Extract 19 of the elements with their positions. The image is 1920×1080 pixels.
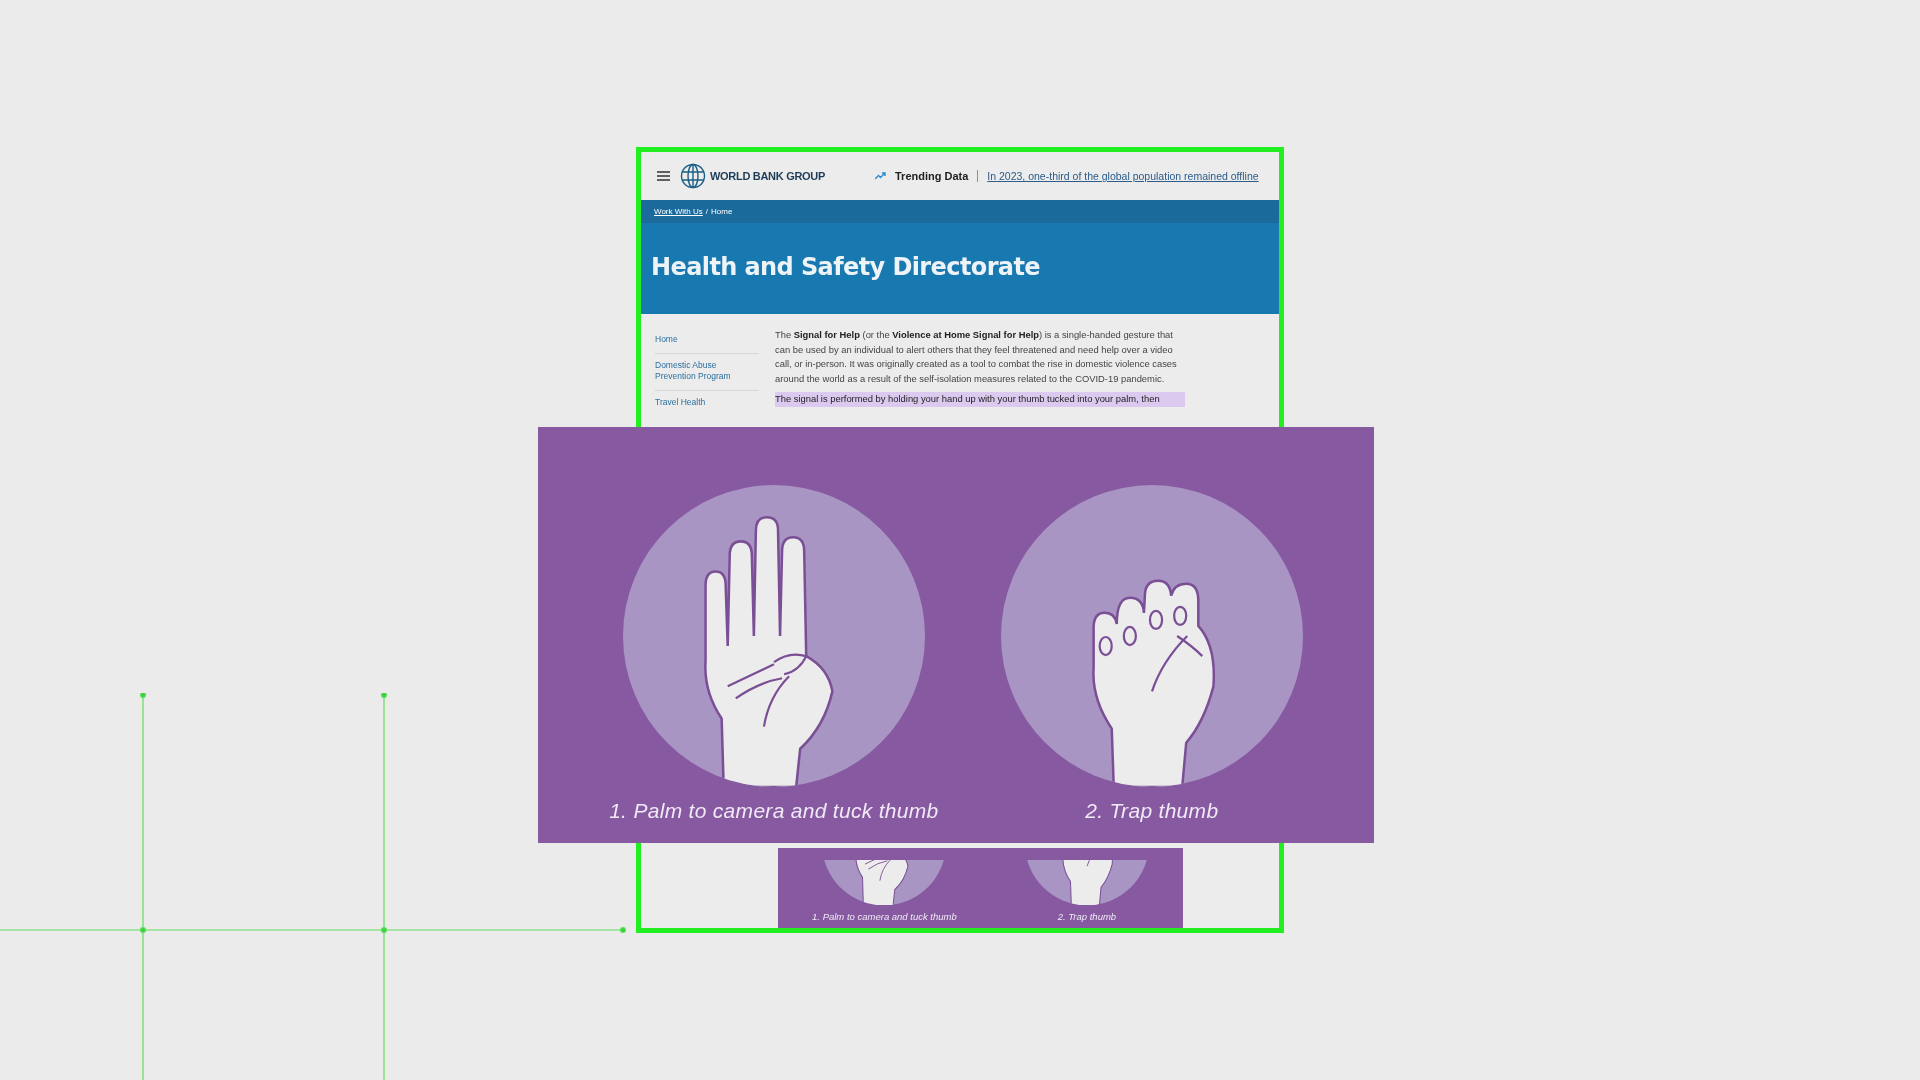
step-caption: 1. Palm to camera and tuck thumb: [609, 799, 939, 823]
trend-icon: [875, 172, 886, 180]
logo-text[interactable]: WORLD BANK GROUP: [710, 170, 825, 182]
paragraph: The signal is performed by holding your hand up with your thumb tucked into your palm, then: [775, 392, 1185, 407]
sidebar-link[interactable]: Domestic Abuse Prevention Program: [655, 354, 759, 391]
page-title: Health and Safety Directorate: [651, 252, 1041, 281]
trending-label: Trending Data: [895, 170, 969, 182]
globe-logo-icon: [680, 163, 706, 189]
step-caption: 1. Palm to camera and tuck thumb: [812, 911, 957, 922]
breadcrumb-separator: /: [705, 207, 708, 216]
step-caption: 2. Trap thumb: [1085, 799, 1219, 823]
breadcrumb-current: Home: [711, 207, 733, 216]
sidebar-link[interactable]: Home: [655, 328, 759, 354]
sidebar-link[interactable]: Travel Health: [655, 391, 759, 416]
trending-link[interactable]: In 2023, one-third of the global population remained offline: [987, 170, 1259, 182]
paragraph: The Signal for Help (or the Violence at Home Signal for Help) is a single-handed gesture that can be used by an individual to alert others that they feel threatened and need help over a video call, or in-person. It was originally created as a tool to combat the rise in domestic violence cases around the world as a result of the self-isolation measures related to the COVID-19 pandemic.: [775, 328, 1178, 386]
step-caption: 2. Trap thumb: [1057, 911, 1117, 922]
menu-icon[interactable]: [657, 171, 670, 181]
breadcrumb-link[interactable]: Work With Us: [654, 207, 703, 216]
